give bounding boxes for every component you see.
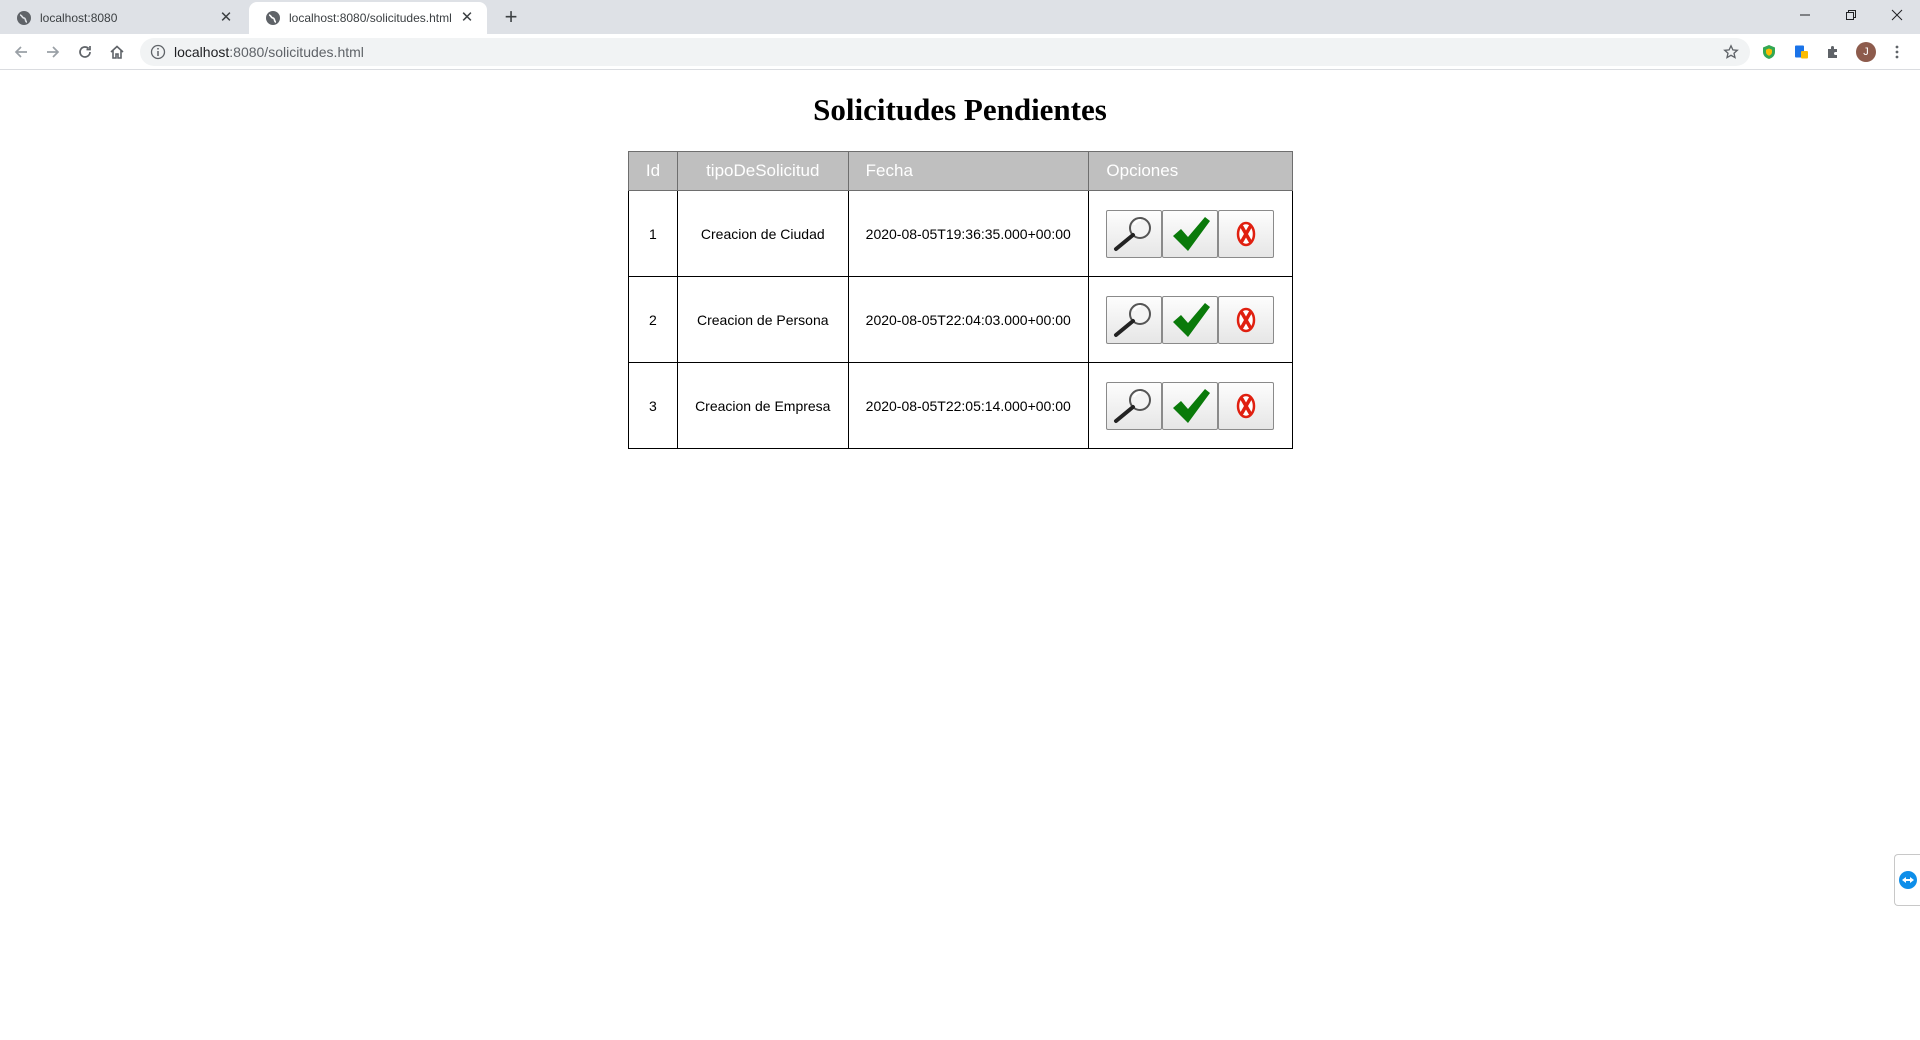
tab-title: localhost:8080/solicitudes.html [289, 11, 452, 25]
new-tab-button[interactable]: + [499, 6, 523, 30]
address-bar[interactable]: localhost:8080/solicitudes.html [140, 38, 1750, 66]
arrow-left-icon [14, 46, 27, 58]
shield-icon [1763, 45, 1775, 59]
reload-button[interactable] [72, 39, 98, 65]
extension-translate-button[interactable] [1788, 39, 1814, 65]
header-opciones: Opciones [1088, 151, 1293, 191]
cell-opciones [1088, 362, 1293, 449]
star-icon [1723, 44, 1739, 59]
teamviewer-icon [1898, 871, 1917, 889]
restore-button[interactable] [1828, 0, 1874, 30]
globe-icon [266, 11, 280, 25]
view-button[interactable] [1106, 209, 1163, 258]
bookmark-button[interactable] [1718, 39, 1744, 65]
reject-button[interactable] [1218, 295, 1275, 344]
globe-icon [17, 11, 31, 25]
page-title: Solicitudes Pendientes [813, 92, 1107, 127]
tab-close-icon[interactable]: ✕ [459, 10, 475, 26]
reload-icon [79, 46, 91, 58]
puzzle-icon [1828, 46, 1837, 58]
browser-tabstrip: localhost:8080 ✕ localhost:8080/solicitu… [0, 0, 1920, 34]
info-icon[interactable] [150, 44, 166, 60]
tab-title: localhost:8080 [40, 11, 118, 25]
cell-fecha: 2020-08-05T19:36:35.000+00:00 [847, 190, 1090, 277]
browser-tab-1[interactable]: localhost:8080 ✕ [0, 2, 246, 34]
approve-button[interactable] [1162, 209, 1219, 258]
browser-toolbar: localhost:8080/solicitudes.html J [0, 34, 1920, 70]
reject-button[interactable] [1218, 381, 1275, 430]
header-fecha: Fecha [847, 151, 1090, 191]
cell-fecha: 2020-08-05T22:04:03.000+00:00 [847, 276, 1090, 363]
cell-fecha: 2020-08-05T22:05:14.000+00:00 [847, 362, 1090, 449]
back-button[interactable] [8, 39, 34, 65]
cell-id: 2 [628, 276, 678, 363]
url-path: :8080/solicitudes.html [229, 44, 364, 60]
document-extension-icon [1795, 45, 1808, 59]
cell-tipo: Creacion de Empresa [676, 362, 849, 449]
cell-tipo: Creacion de Persona [676, 276, 849, 363]
approve-button[interactable] [1162, 381, 1219, 430]
browser-menu-button[interactable] [1884, 39, 1910, 65]
view-button[interactable] [1106, 295, 1163, 344]
url-host: localhost [174, 44, 230, 60]
extensions-button[interactable] [1820, 39, 1846, 65]
home-button[interactable] [104, 39, 130, 65]
cell-id: 1 [628, 190, 678, 277]
more-vertical-icon [1895, 45, 1899, 59]
browser-tab-2[interactable]: localhost:8080/solicitudes.html ✕ [249, 2, 487, 34]
close-window-button[interactable] [1874, 0, 1920, 30]
header-tipo: tipoDeSolicitud [676, 151, 849, 191]
cell-tipo: Creacion de Ciudad [676, 190, 849, 277]
cell-opciones [1088, 190, 1293, 277]
cell-opciones [1088, 276, 1293, 363]
forward-button[interactable] [40, 39, 66, 65]
cell-id: 3 [628, 362, 678, 449]
table-row: 1 Creacion de Ciudad 2020-08-05T19:36:35.0… [628, 190, 1293, 277]
view-button[interactable] [1106, 381, 1163, 430]
restore-icon [1846, 10, 1856, 20]
profile-avatar[interactable]: J [1856, 42, 1876, 62]
close-icon [1891, 9, 1903, 21]
minimize-button[interactable] [1782, 0, 1828, 30]
minimize-icon [1800, 14, 1810, 16]
arrow-right-icon [47, 46, 60, 58]
header-id: Id [628, 151, 678, 191]
table-header-row: Id tipoDeSolicitud Fecha Opciones [628, 151, 1293, 191]
reject-button[interactable] [1218, 209, 1275, 258]
table-row: 2 Creacion de Persona 2020-08-05T22:04:03.… [628, 276, 1293, 363]
home-icon [110, 45, 124, 59]
teamviewer-widget[interactable] [1894, 854, 1920, 906]
approve-button[interactable] [1162, 295, 1219, 344]
tab-close-icon[interactable]: ✕ [218, 10, 234, 26]
table-row: 3 Creacion de Empresa 2020-08-05T22:05:14.… [628, 362, 1293, 449]
solicitudes-table: Id tipoDeSolicitud Fecha Opciones 1 Creac… [628, 151, 1293, 449]
extension-shield-button[interactable] [1756, 39, 1782, 65]
